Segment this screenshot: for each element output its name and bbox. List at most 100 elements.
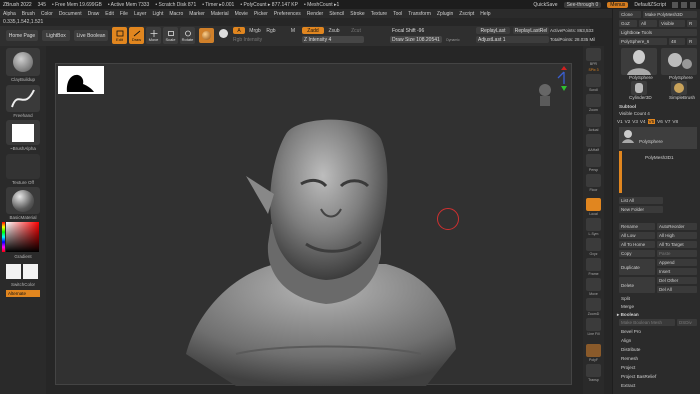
scale-button[interactable]: Scale bbox=[163, 27, 178, 44]
subtool-item-polymesh[interactable]: PolyMesh3D1 bbox=[645, 155, 674, 160]
texture-thumbnail[interactable] bbox=[6, 154, 40, 179]
menu-draw[interactable]: Draw bbox=[88, 11, 100, 17]
move-view-icon[interactable] bbox=[586, 278, 601, 291]
del-all-button[interactable]: Del All bbox=[657, 286, 697, 293]
autoreorder-button[interactable]: AutoReorder bbox=[657, 223, 697, 230]
menu-file[interactable]: File bbox=[120, 11, 128, 17]
color-picker[interactable] bbox=[2, 222, 39, 252]
tab-v2[interactable]: V2 bbox=[625, 119, 631, 124]
del-other-button[interactable]: Del Other bbox=[657, 277, 697, 284]
bevel-pro-menu[interactable]: Bevel Pro bbox=[621, 329, 641, 334]
frame-icon[interactable] bbox=[586, 258, 601, 271]
project-menu[interactable]: Project bbox=[621, 365, 635, 370]
menu-marker[interactable]: Marker bbox=[189, 11, 205, 17]
hue-strip[interactable] bbox=[2, 222, 5, 252]
bpr-button[interactable] bbox=[586, 48, 601, 61]
mrgb-button[interactable]: Mrgb bbox=[247, 27, 263, 34]
menus-button[interactable]: Menus bbox=[607, 1, 629, 8]
move-button[interactable]: Move bbox=[146, 27, 161, 44]
orc-sculpt-model[interactable] bbox=[176, 114, 476, 386]
a-toggle[interactable]: A bbox=[233, 27, 245, 34]
subtool-header[interactable]: Subtool bbox=[619, 104, 636, 109]
insert-button[interactable]: Insert bbox=[657, 268, 697, 275]
visible-count-slider[interactable]: Visible Count 4 bbox=[619, 111, 650, 116]
rotate-d-icon[interactable] bbox=[586, 318, 601, 331]
menu-brush[interactable]: Brush bbox=[22, 11, 35, 17]
minimize-icon[interactable] bbox=[672, 1, 678, 8]
aahalf-icon[interactable] bbox=[586, 134, 601, 147]
floor-icon[interactable] bbox=[586, 174, 601, 187]
m-button[interactable]: M bbox=[288, 27, 298, 34]
menu-render[interactable]: Render bbox=[307, 11, 323, 17]
adjust-last-slider[interactable]: AdjustLast 1 bbox=[476, 36, 549, 43]
lsym-icon[interactable] bbox=[586, 218, 601, 231]
duplicate-button[interactable]: Duplicate bbox=[619, 259, 655, 275]
local-icon[interactable] bbox=[586, 198, 601, 211]
replay-last-button[interactable]: ReplayLast bbox=[476, 27, 510, 34]
polyf-icon[interactable] bbox=[586, 344, 601, 357]
tool-thumb-polysphere-bust[interactable] bbox=[621, 48, 657, 75]
menu-zscript[interactable]: Zscript bbox=[459, 11, 474, 17]
dsdiv-slider[interactable]: DSDiv bbox=[677, 319, 697, 326]
gxyz-icon[interactable] bbox=[586, 238, 601, 251]
make-boolean-mesh-button[interactable]: Make Boolean Mesh bbox=[619, 319, 675, 326]
document-canvas[interactable] bbox=[55, 63, 572, 386]
edit-button[interactable]: Edit bbox=[112, 27, 127, 44]
dynamic-persp-icon[interactable] bbox=[586, 154, 601, 167]
actual-icon[interactable] bbox=[586, 114, 601, 127]
draw-button[interactable]: Draw bbox=[129, 27, 144, 44]
quicksave-button[interactable]: QuickSave bbox=[533, 2, 557, 8]
current-tool-field[interactable]: PolySphere_6 bbox=[619, 38, 667, 45]
subtool-selected-row[interactable]: PolySphere bbox=[619, 127, 697, 149]
rotate-button[interactable]: Rotate bbox=[180, 27, 195, 44]
rename-button[interactable]: Rename bbox=[619, 223, 655, 230]
menu-movie[interactable]: Movie bbox=[235, 11, 248, 17]
append-button[interactable]: Append bbox=[657, 259, 697, 266]
menu-light[interactable]: Light bbox=[152, 11, 163, 17]
r-button[interactable]: R bbox=[687, 20, 697, 27]
make-polymesh-button[interactable]: Make PolyMesh3D bbox=[643, 11, 697, 18]
maximize-icon[interactable] bbox=[681, 1, 687, 8]
rgb-button[interactable]: Rgb bbox=[265, 27, 277, 34]
alpha-thumbnail[interactable] bbox=[6, 120, 40, 145]
goz-button[interactable]: GoZ bbox=[619, 20, 637, 27]
list-all-button[interactable]: List All bbox=[619, 197, 663, 204]
menu-material[interactable]: Material bbox=[211, 11, 229, 17]
align-menu[interactable]: Align bbox=[621, 338, 631, 343]
menu-transform[interactable]: Transform bbox=[408, 11, 431, 17]
menu-layer[interactable]: Layer bbox=[134, 11, 147, 17]
alternate-button[interactable]: Alternate bbox=[6, 290, 40, 297]
clone-button[interactable]: Clone bbox=[619, 11, 641, 18]
menu-alpha[interactable]: Alpha bbox=[3, 11, 16, 17]
menu-document[interactable]: Document bbox=[59, 11, 82, 17]
zadd-button[interactable]: Zadd bbox=[302, 27, 324, 34]
tab-v6[interactable]: V6 bbox=[657, 119, 663, 124]
scroll-icon[interactable] bbox=[586, 74, 601, 87]
all-to-target-button[interactable]: All To Target bbox=[657, 241, 697, 248]
zsub-button[interactable]: Zsub bbox=[326, 27, 342, 34]
secondary-color-swatch[interactable] bbox=[23, 264, 38, 279]
distribute-menu[interactable]: Distribute bbox=[621, 347, 640, 352]
paste-button[interactable]: Paste bbox=[657, 250, 697, 257]
lightbox-tools-button[interactable]: Lightbox▸ Tools bbox=[619, 29, 697, 36]
tab-v4[interactable]: V4 bbox=[640, 119, 646, 124]
live-boolean-button[interactable]: Live Boolean bbox=[74, 30, 108, 41]
navigation-gizmo[interactable] bbox=[534, 66, 570, 111]
main-color-swatch[interactable] bbox=[6, 264, 21, 279]
see-through-slider[interactable]: See-through 0 bbox=[563, 1, 602, 8]
all-button[interactable]: All bbox=[639, 20, 657, 27]
menu-stencil[interactable]: Stencil bbox=[329, 11, 344, 17]
menu-macro[interactable]: Macro bbox=[169, 11, 183, 17]
tab-v8[interactable]: V8 bbox=[672, 119, 678, 124]
zoom-icon[interactable] bbox=[586, 94, 601, 107]
project-basrelief-menu[interactable]: Project BasRelief bbox=[621, 374, 656, 379]
focal-shift-slider[interactable]: Focal Shift -96 bbox=[390, 27, 442, 34]
default-script-button[interactable]: DefaultZScript bbox=[634, 2, 666, 8]
menu-help[interactable]: Help bbox=[480, 11, 490, 17]
menu-preferences[interactable]: Preferences bbox=[274, 11, 301, 17]
r2-button[interactable]: R bbox=[687, 38, 697, 45]
menu-picker[interactable]: Picker bbox=[254, 11, 268, 17]
tool-thumb-simplebrush[interactable] bbox=[671, 81, 687, 95]
menu-tool[interactable]: Tool bbox=[393, 11, 402, 17]
close-icon[interactable] bbox=[690, 1, 696, 8]
